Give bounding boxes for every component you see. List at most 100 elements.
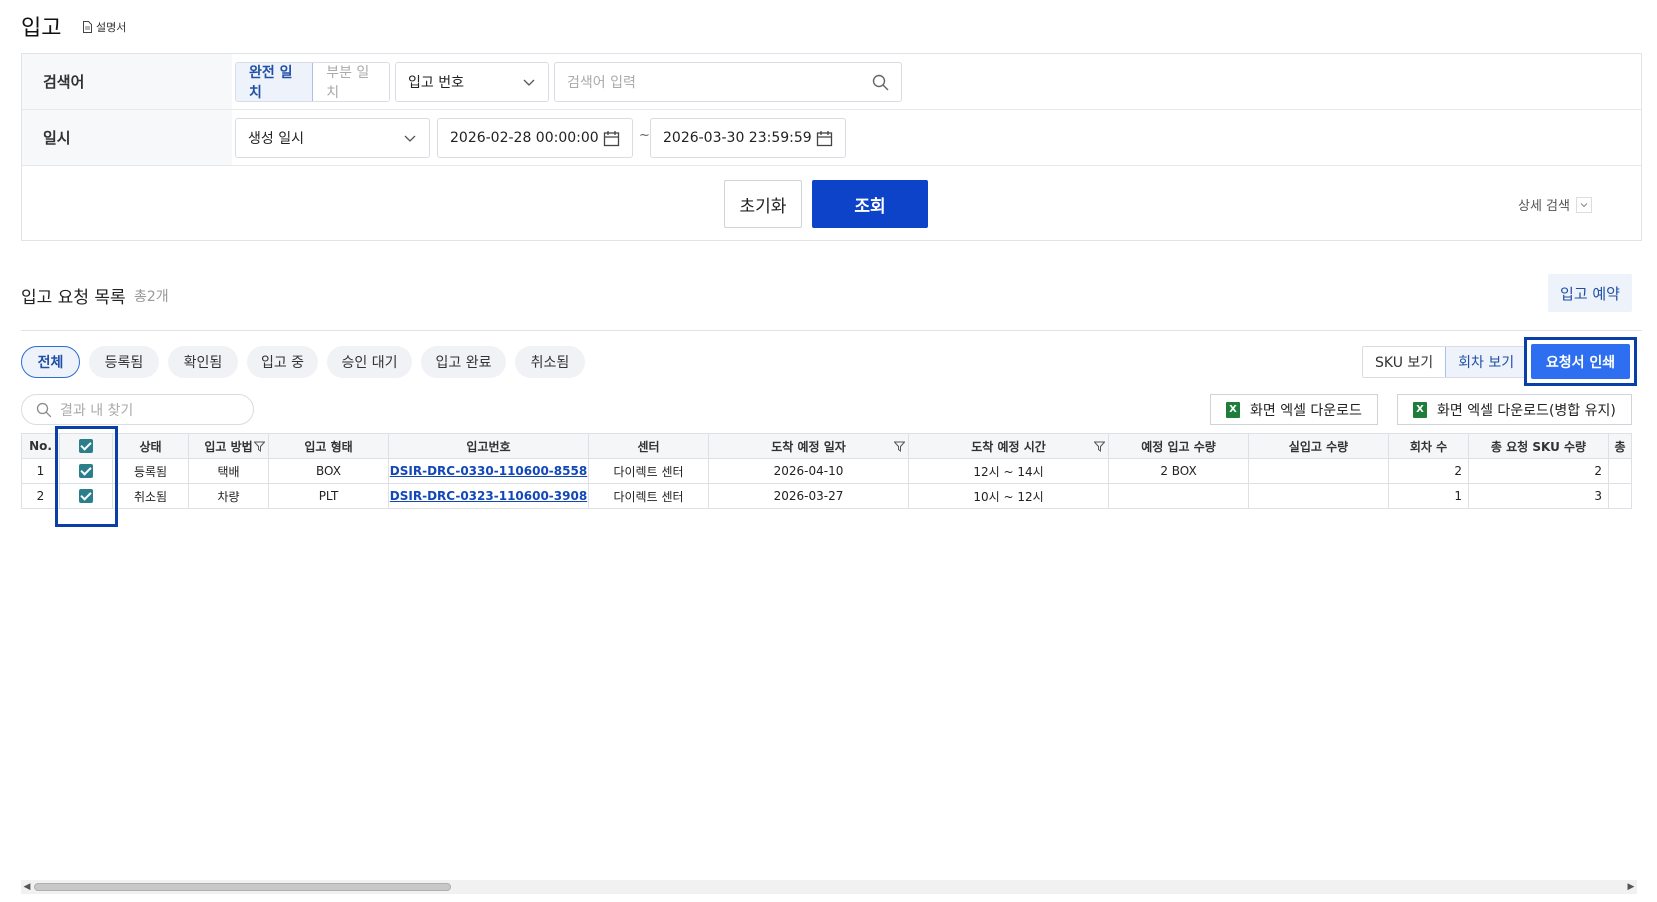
search-icon [36, 402, 52, 418]
search-button[interactable]: 조회 [812, 180, 928, 228]
scroll-left-arrow-icon[interactable]: ◀ [22, 882, 32, 892]
cell-number: DSIR-DRC-0323-110600-3908 [388, 483, 589, 509]
excel-icon: X [1413, 401, 1427, 418]
reserve-button[interactable]: 입고 예약 [1548, 274, 1632, 312]
filter-icon[interactable] [254, 441, 265, 452]
cell-rounds: 1 [1388, 483, 1469, 509]
document-icon [83, 21, 92, 33]
filter-chip-registered[interactable]: 등록됨 [89, 346, 159, 378]
cell-type: BOX [268, 458, 389, 484]
round-view-button[interactable]: 회차 보기 [1445, 347, 1527, 377]
section-divider [21, 330, 1642, 331]
cell-arrival-time: 10시 ~ 12시 [908, 483, 1109, 509]
col-header-method[interactable]: 입고 방법 [188, 433, 269, 459]
list-count: 총2개 [134, 289, 169, 305]
cell-center: 다이렉트 센터 [588, 458, 709, 484]
col-header-planned-qty[interactable]: 예정 입고 수량 [1108, 433, 1249, 459]
col-header-actual-qty[interactable]: 실입고 수량 [1248, 433, 1389, 459]
manual-label: 설명서 [96, 21, 127, 34]
col-header-sku-qty[interactable]: 총 요청 SKU 수량 [1468, 433, 1609, 459]
scroll-right-arrow-icon[interactable]: ▶ [1626, 882, 1636, 892]
excel-download-merged-label: 화면 엑셀 다운로드(병합 유지) [1437, 402, 1616, 419]
col-header-no[interactable]: No. [21, 433, 60, 459]
result-search-placeholder: 결과 내 찾기 [60, 402, 134, 419]
excel-download-merged-button[interactable]: X 화면 엑셀 다운로드(병합 유지) [1397, 394, 1632, 425]
keyword-row: 검색어 완전 일치 부분 일치 입고 번호 검색어 입력 [22, 54, 1641, 110]
cell-method: 차량 [188, 483, 269, 509]
col-header-rounds[interactable]: 회차 수 [1388, 433, 1469, 459]
manual-link[interactable]: 설명서 [82, 19, 126, 35]
search-field-select[interactable]: 입고 번호 [395, 62, 549, 102]
match-partial-button[interactable]: 부분 일치 [313, 63, 389, 101]
cell-status: 등록됨 [112, 458, 189, 484]
date-to-value: 2026-03-30 23:59:59 [663, 130, 812, 146]
keyword-input[interactable]: 검색어 입력 [554, 62, 902, 102]
search-icon[interactable] [872, 74, 889, 91]
cell-planned-qty: 2 BOX [1108, 458, 1249, 484]
date-row: 일시 생성 일시 2026-02-28 00:00:00 ~ 2026-03-3… [22, 110, 1641, 166]
horizontal-scrollbar[interactable]: ◀ ▶ [21, 880, 1637, 894]
print-request-button[interactable]: 요청서 인쇄 [1531, 344, 1630, 379]
page-title: 입고 [21, 16, 62, 41]
calendar-icon[interactable] [603, 130, 620, 147]
date-type-select[interactable]: 생성 일시 [235, 118, 430, 158]
cell-no: 1 [21, 458, 60, 484]
cell-method: 택배 [188, 458, 269, 484]
chevron-down-icon [1575, 196, 1592, 213]
filter-chip-completed[interactable]: 입고 완료 [421, 346, 506, 378]
chevron-down-icon [404, 135, 416, 142]
date-from-input[interactable]: 2026-02-28 00:00:00 [437, 118, 633, 158]
cell-actual-qty [1248, 458, 1389, 484]
cell-arrival-time: 12시 ~ 14시 [908, 458, 1109, 484]
cell-planned-qty [1108, 483, 1249, 509]
search-field-value: 입고 번호 [408, 75, 464, 91]
col-header-center[interactable]: 센터 [588, 433, 709, 459]
keyword-label: 검색어 [22, 54, 232, 109]
view-toggle: SKU 보기 회차 보기 [1362, 346, 1528, 378]
col-header-type[interactable]: 입고 형태 [268, 433, 389, 459]
inbound-number-link[interactable]: DSIR-DRC-0330-110600-8558 [390, 464, 587, 478]
date-to-input[interactable]: 2026-03-30 23:59:59 [650, 118, 846, 158]
cell-sku-qty: 2 [1468, 458, 1609, 484]
col-header-method-label: 입고 방법 [204, 439, 253, 454]
cell-rounds: 2 [1388, 458, 1469, 484]
cell-number: DSIR-DRC-0330-110600-8558 [388, 458, 589, 484]
filter-chip-confirmed[interactable]: 확인됨 [168, 346, 238, 378]
col-header-number[interactable]: 입고번호 [388, 433, 589, 459]
filter-chip-pending-approval[interactable]: 승인 대기 [327, 346, 412, 378]
calendar-icon[interactable] [816, 130, 833, 147]
filter-chip-in-progress[interactable]: 입고 중 [247, 346, 318, 378]
reset-button[interactable]: 초기화 [724, 180, 802, 228]
cell-total [1608, 483, 1632, 509]
filter-icon[interactable] [1094, 441, 1105, 452]
checkbox-column-highlight [55, 426, 118, 527]
col-header-arrival-date[interactable]: 도착 예정 일자 [708, 433, 909, 459]
cell-sku-qty: 3 [1468, 483, 1609, 509]
match-exact-button[interactable]: 완전 일치 [236, 63, 314, 101]
table-header-row: No. 상태 입고 방법 입고 형태 입고번호 센터 도착 예정 일자 도착 예… [21, 433, 1632, 459]
col-header-total[interactable]: 총 [1608, 433, 1632, 459]
advanced-search-toggle[interactable]: 상세 검색 [1518, 195, 1592, 214]
chevron-down-icon [523, 79, 535, 86]
table-row[interactable]: 1 등록됨 택배 BOX DSIR-DRC-0330-110600-8558 다… [21, 458, 1632, 484]
col-header-status[interactable]: 상태 [112, 433, 189, 459]
cell-arrival-date: 2026-04-10 [708, 458, 909, 484]
cell-total [1608, 458, 1632, 484]
date-range-separator: ~ [639, 128, 650, 143]
cell-type: PLT [268, 483, 389, 509]
cell-center: 다이렉트 센터 [588, 483, 709, 509]
filter-icon[interactable] [894, 441, 905, 452]
excel-download-button[interactable]: X 화면 엑셀 다운로드 [1210, 394, 1378, 425]
scrollbar-thumb[interactable] [34, 883, 451, 891]
inbound-number-link[interactable]: DSIR-DRC-0323-110600-3908 [390, 489, 587, 503]
keyword-placeholder: 검색어 입력 [567, 75, 636, 91]
excel-icon: X [1226, 401, 1240, 418]
inbound-request-table: No. 상태 입고 방법 입고 형태 입고번호 센터 도착 예정 일자 도착 예… [21, 433, 1632, 509]
table-row[interactable]: 2 취소됨 차량 PLT DSIR-DRC-0323-110600-3908 다… [21, 483, 1632, 509]
match-type-toggle: 완전 일치 부분 일치 [235, 62, 390, 102]
sku-view-button[interactable]: SKU 보기 [1363, 347, 1446, 377]
filter-chip-cancelled[interactable]: 취소됨 [515, 346, 585, 378]
col-header-arrival-time[interactable]: 도착 예정 시간 [908, 433, 1109, 459]
result-search-input[interactable]: 결과 내 찾기 [21, 394, 254, 425]
filter-chip-all[interactable]: 전체 [21, 346, 80, 378]
